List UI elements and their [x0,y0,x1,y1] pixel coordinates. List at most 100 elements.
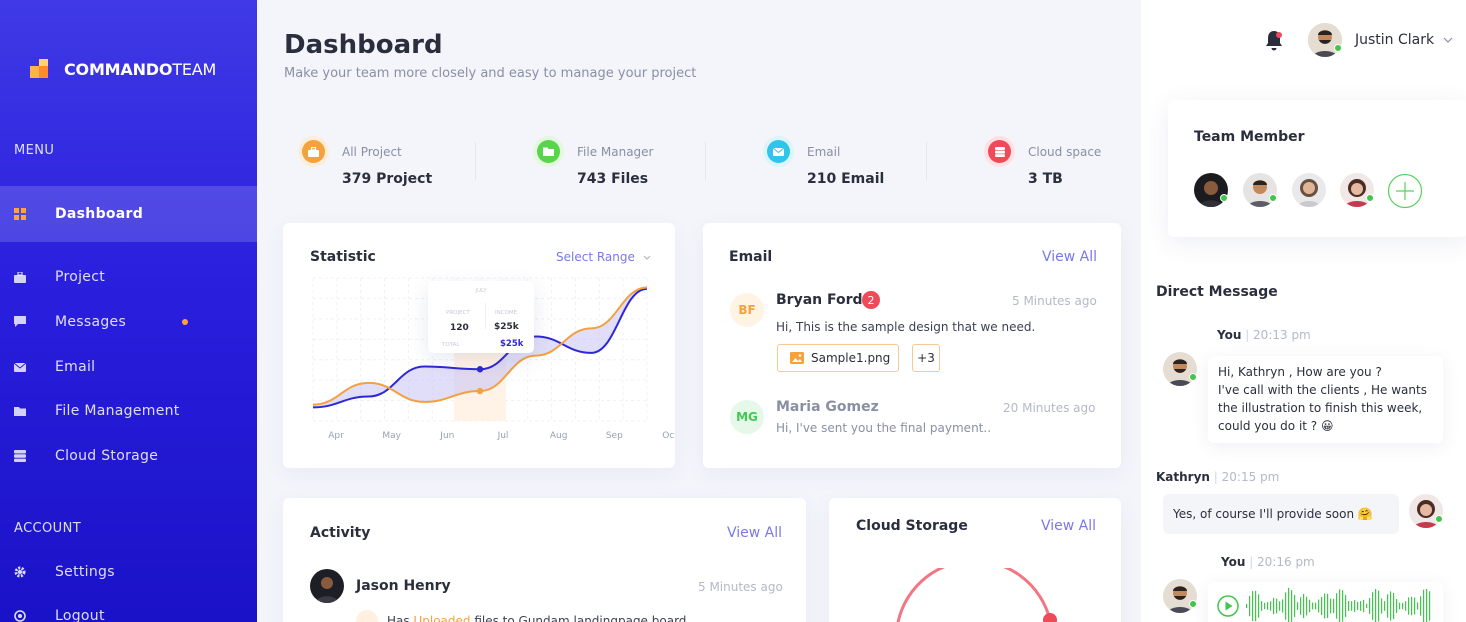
waveform-bar [1324,593,1326,619]
email-sender-name[interactable]: Bryan Ford [776,292,863,308]
x-tick-label: Aug [550,431,568,441]
stat-email[interactable]: Email 210 Email [767,140,907,190]
play-icon[interactable] [1217,595,1239,617]
sidebar-item-label: Logout [55,608,105,622]
user-name[interactable]: Justin Clark [1355,32,1434,48]
waveform-bar [1339,589,1341,622]
message-time: 20:15 pm [1221,470,1280,484]
briefcase-icon [13,270,27,284]
online-status [1220,194,1228,202]
sidebar-item-label: File Management [55,403,180,419]
waveform-bar [1375,589,1377,622]
online-status [1189,600,1197,608]
online-status [1269,194,1277,202]
sidebar-item-dashboard[interactable]: Dashboard [0,186,259,242]
tooltip-project-label: PROJECT [446,310,470,316]
team-member-avatar[interactable] [1292,173,1326,207]
waveform-bar [1405,601,1407,611]
waveform-bar [1429,591,1431,621]
direct-message-title: Direct Message [1156,284,1278,300]
sidebar-item-project[interactable]: Project [0,255,257,299]
mail-icon [767,140,790,163]
chevron-down-icon[interactable] [1443,37,1453,43]
chart-tooltip: JULY PROJECT 120 INCOME $25k TOTAL $25k [428,281,534,353]
waveform-bar [1366,603,1368,609]
waveform-bar [1315,602,1317,610]
grid-icon [13,207,27,221]
message-header: Kathryn | 20:15 pm [1156,470,1280,484]
waveform-bar [1285,592,1287,620]
sidebar-item-cloud-storage[interactable]: Cloud Storage [0,434,257,478]
waveform-bar [1426,589,1428,622]
account-section-title: ACCOUNT [14,521,82,536]
stat-label: Cloud space [1028,145,1102,159]
stat-all-project[interactable]: All Project 379 Project [302,140,462,190]
attachment-chip[interactable]: Sample1.png [777,344,899,372]
storage-icon [13,449,27,463]
message-time: 20:13 pm [1253,328,1311,342]
waveform-bar [1363,599,1365,613]
email-time: 20 Minutes ago [1003,401,1096,415]
more-attachments-button[interactable]: +3 [912,344,940,372]
sidebar-item-label: Cloud Storage [55,448,159,464]
storage-gauge [896,568,1057,622]
attachment-name: Sample1.png [811,351,891,365]
sidebar-item-label: Dashboard [55,206,144,222]
page-subtitle: Make your team more closely and easy to … [284,66,697,81]
statistic-card: Statistic Select Range Apr May Jun Jul Aug Se… [283,223,675,468]
team-member-card: Team Member [1168,100,1466,237]
x-tick-label: Sep [606,431,623,441]
sidebar: COMMANDOTEAM MENU Dashboard Project Mess… [0,0,259,622]
sidebar-item-label: Settings [55,564,115,580]
x-tick-label: Apr [328,431,344,441]
waveform-bar [1309,599,1311,613]
mail-icon [13,360,27,374]
sidebar-item-logout[interactable]: Logout [0,594,257,622]
x-tick-label: Oct [662,431,675,441]
x-tick-label: May [382,431,401,441]
waveform-bar [1246,604,1248,608]
tooltip-total-label: TOTAL [442,342,460,348]
stat-file-manager[interactable]: File Manager 743 Files [537,140,687,190]
message-sender: Kathryn [1156,470,1210,484]
waveform-bar [1273,597,1275,615]
cloud-view-all-link[interactable]: View All [1041,518,1096,534]
waveform-bar [1417,602,1419,610]
add-member-button[interactable] [1387,173,1423,209]
logout-icon [13,609,27,622]
email-view-all-link[interactable]: View All [1042,249,1097,265]
tooltip-income-value: $25k [494,322,519,332]
x-tick-label: Jul [497,431,509,441]
waveform-bar [1384,601,1386,611]
waveform-bar [1369,598,1371,614]
sidebar-item-email[interactable]: Email [0,345,257,389]
waveform-bar [1300,597,1302,615]
bell-icon[interactable] [1264,30,1284,51]
audio-waveform[interactable] [1246,586,1436,622]
stat-cloud-space[interactable]: Cloud space 3 TB [988,140,1118,190]
stat-value: 743 Files [577,171,649,187]
brand-name[interactable]: COMMANDOTEAM [64,60,216,79]
sidebar-item-file-management[interactable]: File Management [0,389,257,433]
activity-user-name[interactable]: Jason Henry [356,578,451,594]
waveform-bar [1330,598,1332,614]
sidebar-item-messages[interactable]: Messages [0,300,257,344]
data-point[interactable] [476,366,484,373]
waveform-bar [1408,597,1410,615]
waveform-bar [1261,601,1263,611]
tooltip-project-value: 120 [450,323,469,333]
tooltip-income-label: INCOME [495,310,518,316]
briefcase-icon [302,140,325,163]
waveform-bar [1279,601,1281,611]
sidebar-item-settings[interactable]: Settings [0,550,257,594]
menu-section-title: MENU [14,143,55,158]
message-bubble: Hi, Kathryn , How are you ? I've call wi… [1208,356,1443,443]
email-sender-name[interactable]: Maria Gomez [776,399,879,415]
data-point[interactable] [476,387,484,395]
waveform-bar [1372,592,1374,620]
waveform-bar [1333,598,1335,614]
divider [705,142,706,180]
activity-link[interactable]: Uploaded [413,614,470,622]
waveform-bar [1270,601,1272,611]
activity-view-all-link[interactable]: View All [727,525,782,541]
